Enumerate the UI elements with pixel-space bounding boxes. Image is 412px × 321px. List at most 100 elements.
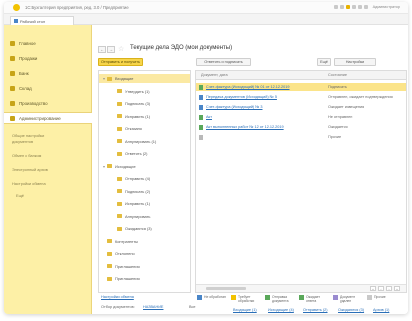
- table-row[interactable]: Передача документов (Исходящий) № 5 Отпра…: [196, 93, 406, 101]
- grid-icon[interactable]: [333, 5, 338, 9]
- sidebar-item-production[interactable]: Производство: [4, 97, 92, 109]
- tree-item[interactable]: Исправить (1): [99, 112, 190, 121]
- footer-filter-link[interactable]: Исходящие (4): [268, 308, 294, 312]
- bell-icon[interactable]: [339, 5, 344, 9]
- tree-item[interactable]: Контрагенты: [99, 237, 190, 246]
- app-window: 1С:Бухгалтерия предприятия, ред. 3.0 / П…: [4, 2, 408, 314]
- document-icon: [199, 124, 203, 130]
- table-row[interactable]: Акт Не отправлен: [196, 113, 406, 121]
- tree-item[interactable]: Отказано: [99, 124, 190, 133]
- sidebar-item-label: Склад: [19, 85, 32, 91]
- legend-label: Ожидает ответа: [306, 295, 320, 303]
- legend-item: Требует обработки: [231, 295, 260, 303]
- sidebar-item-admin[interactable]: Администрирование: [4, 112, 92, 124]
- search-icon[interactable]: [357, 5, 362, 9]
- tree-item[interactable]: Приглашения: [99, 274, 190, 283]
- folder-icon: [117, 101, 122, 106]
- sidebar-link[interactable]: Общие настройки: [12, 133, 44, 138]
- sidebar-link[interactable]: Электронный архив: [12, 167, 48, 172]
- tree-item-label: Входящие: [115, 76, 134, 81]
- sidebar-item-warehouse[interactable]: Склад: [4, 82, 92, 94]
- tree-item[interactable]: Ответить (2): [99, 149, 190, 158]
- horizontal-scrollbar[interactable]: «‹ ›»: [196, 284, 406, 292]
- folder-icon: [117, 214, 122, 218]
- forward-button[interactable]: →: [107, 46, 115, 53]
- tree-item[interactable]: Аннулировать (1): [99, 137, 190, 146]
- sidebar-link[interactable]: Обмен с банком: [12, 153, 41, 158]
- settings-button[interactable]: Настройки: [334, 58, 376, 66]
- column-header-status[interactable]: Состояние: [328, 73, 347, 77]
- folder-icon: [107, 239, 112, 243]
- sidebar-link-more[interactable]: Ещё: [16, 193, 24, 198]
- legend-swatch-icon: [367, 295, 372, 300]
- tree-item[interactable]: Подписать (3): [99, 99, 190, 108]
- tree-item[interactable]: Отправить (4): [99, 174, 190, 183]
- pager-button[interactable]: »: [394, 286, 400, 291]
- sidebar-link[interactable]: Настройки обмена: [12, 181, 46, 186]
- tree-item[interactable]: Исправить (1): [99, 199, 190, 208]
- send-receive-button[interactable]: Отправить и получить: [98, 58, 143, 66]
- document-name-link[interactable]: Передача документов (Исходящий) № 5: [206, 95, 277, 99]
- sidebar-item-label: Главное: [19, 40, 36, 46]
- back-button[interactable]: ←: [98, 46, 106, 53]
- filter-value-link[interactable]: НАЗВАНИЕ: [143, 305, 163, 309]
- pager-button[interactable]: «: [370, 286, 376, 291]
- legend-swatch-icon: [231, 295, 236, 300]
- favorite-star-icon[interactable]: ☆: [118, 46, 124, 53]
- footer-filter-link[interactable]: Ожидаются (3): [338, 308, 364, 312]
- tree-item[interactable]: Отклонено: [99, 249, 190, 258]
- folder-icon: [107, 76, 112, 81]
- page-title: Текущие дела ЭДО (мои документы): [130, 45, 233, 51]
- document-status: Ожидает извещения: [328, 105, 365, 109]
- tree-item-label: Подписать (2): [125, 188, 151, 194]
- pager-button[interactable]: ›: [386, 286, 392, 291]
- tree-item[interactable]: Подписать (2): [99, 187, 190, 196]
- gear-icon: [10, 115, 15, 121]
- tree-item-label: Аннулировать (1): [125, 138, 157, 144]
- scroll-thumb[interactable]: [206, 287, 246, 290]
- legend-item: Прочие: [367, 295, 396, 300]
- document-name-link[interactable]: Акт выполненных работ № 12 от 12.12.2019: [206, 125, 284, 129]
- tree-item[interactable]: Утвердить (1): [99, 87, 190, 96]
- footer-filter-link[interactable]: Входящие (1): [233, 308, 257, 312]
- sidebar-item-label: Продажи: [19, 55, 38, 61]
- document-name-link[interactable]: Счет-фактура (Исходящий) № 01 от 12.12.2…: [206, 85, 290, 89]
- footer-filter-link[interactable]: Архив (1): [373, 308, 389, 312]
- sidebar-item-bank[interactable]: Банк: [4, 67, 92, 79]
- tree-item[interactable]: ▾ Исходящие: [99, 162, 190, 171]
- tree-item-label: Отправить (4): [125, 176, 151, 181]
- tree-item-label: Аннулировать: [125, 213, 151, 219]
- legend-label: Прочие: [374, 295, 386, 299]
- table-row[interactable]: Акт выполненных работ № 12 от 12.12.2019…: [196, 123, 406, 131]
- info-icon[interactable]: [363, 5, 368, 9]
- table-row[interactable]: Прочие: [196, 133, 406, 141]
- menu-icon: [10, 40, 15, 46]
- folder-icon: [107, 264, 112, 268]
- filter-label: Отбор документов:: [101, 305, 135, 309]
- table-row[interactable]: Счет-фактура (Исходящий) № 3 Ожидает изве…: [196, 103, 406, 111]
- current-user[interactable]: Администратор: [373, 5, 400, 9]
- tree-item[interactable]: Приглашения: [99, 262, 190, 271]
- sidebar-link[interactable]: документов: [12, 139, 33, 144]
- document-name-link[interactable]: Счет-фактура (Исходящий) № 3: [206, 105, 263, 109]
- document-icon: [199, 94, 203, 100]
- tab-bar: Рабочий стол: [4, 14, 408, 25]
- tab-home[interactable]: Рабочий стол: [10, 16, 74, 25]
- sidebar-item-sales[interactable]: Продажи: [4, 52, 92, 64]
- document-name-link[interactable]: Акт: [206, 115, 212, 119]
- exchange-settings-link[interactable]: Настройки обмена: [101, 295, 134, 299]
- reply-sign-button[interactable]: Ответить и подписать: [196, 58, 251, 66]
- bank-icon: [10, 70, 15, 76]
- more-button[interactable]: Ещё: [317, 58, 331, 66]
- table-row[interactable]: Счет-фактура (Исходящий) № 01 от 12.12.2…: [196, 83, 406, 91]
- sidebar-item-main[interactable]: Главное: [4, 37, 92, 49]
- tree-item[interactable]: Ожидаются (3): [99, 224, 190, 233]
- tree-item[interactable]: ▾ Входящие: [99, 74, 190, 83]
- pager-button[interactable]: ‹: [378, 286, 384, 291]
- star-icon[interactable]: [345, 5, 350, 9]
- history-icon[interactable]: [351, 5, 356, 9]
- filter-all-label[interactable]: Все: [189, 305, 196, 309]
- tree-item[interactable]: Аннулировать: [99, 212, 190, 221]
- footer-filter-link[interactable]: Отправить (2): [303, 308, 328, 312]
- column-header-document[interactable]: Документ, дата: [201, 73, 228, 77]
